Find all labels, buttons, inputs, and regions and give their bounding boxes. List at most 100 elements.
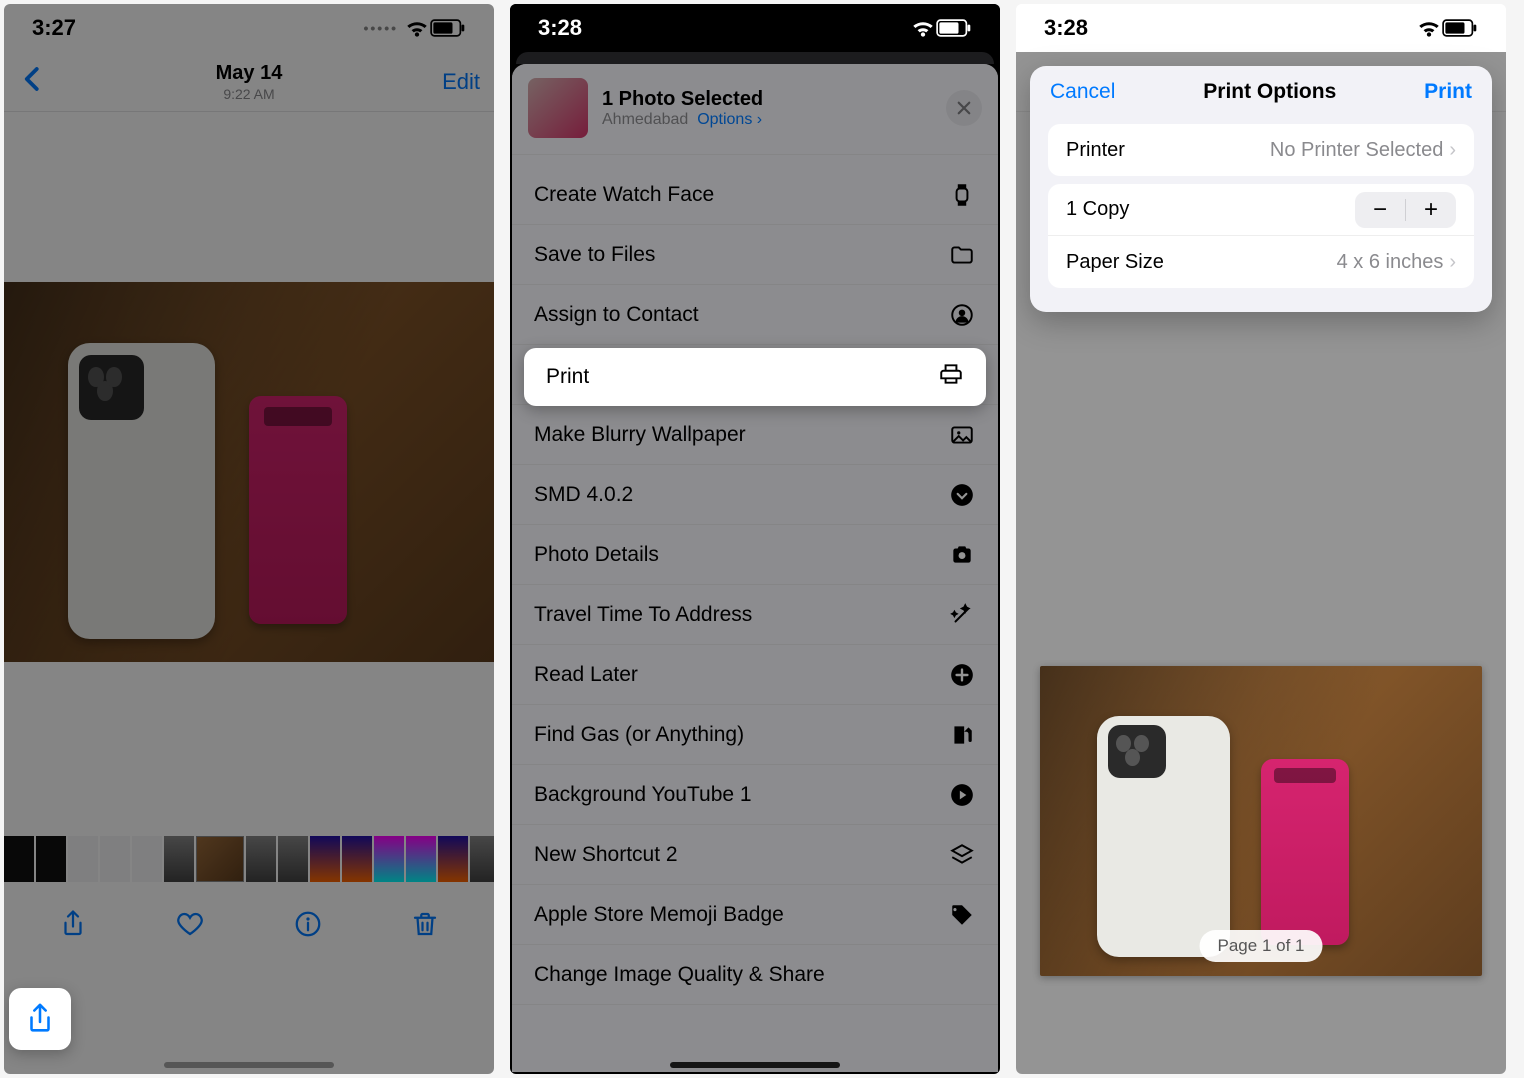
info-button[interactable] <box>293 909 323 944</box>
action-new-shortcut[interactable]: New Shortcut 2 <box>512 825 998 885</box>
tag-icon <box>948 902 976 928</box>
thumbnail-selected[interactable] <box>196 836 244 882</box>
layers-icon <box>948 842 976 868</box>
thumbnail[interactable] <box>374 836 404 882</box>
thumbnail[interactable] <box>100 836 130 882</box>
print-action-callout[interactable]: Print <box>524 348 986 406</box>
paper-size-row[interactable]: Paper Size 4 x 6 inches › <box>1048 236 1474 288</box>
battery-icon <box>936 19 972 37</box>
stepper-decrement[interactable]: − <box>1355 192 1405 228</box>
action-photo-details[interactable]: Photo Details <box>512 525 998 585</box>
close-icon <box>955 99 973 117</box>
sheet-header: Cancel Print Options Print <box>1030 80 1492 116</box>
action-list[interactable]: Create Watch Face Save to Files Assign t… <box>512 155 998 1005</box>
action-read-later[interactable]: Read Later <box>512 645 998 705</box>
status-bar: 3:28 <box>1016 4 1506 52</box>
thumbnail[interactable] <box>36 836 66 882</box>
thumbnail[interactable] <box>438 836 468 882</box>
action-label: Read Later <box>534 663 638 687</box>
share-button[interactable] <box>58 909 88 944</box>
action-label: Create Watch Face <box>534 183 714 207</box>
close-button[interactable] <box>946 90 982 126</box>
status-time: 3:28 <box>538 15 582 41</box>
action-background-youtube[interactable]: Background YouTube 1 <box>512 765 998 825</box>
photo-date-title: May 14 9:22 AM <box>4 62 494 102</box>
thumbnail[interactable] <box>164 836 194 882</box>
camera-icon <box>948 542 976 568</box>
trash-icon <box>410 909 440 939</box>
thumbnail[interactable] <box>278 836 308 882</box>
image-icon <box>948 422 976 448</box>
thumbnail-strip[interactable] <box>4 832 494 886</box>
action-label: Travel Time To Address <box>534 603 752 627</box>
sheet-title: Print Options <box>1203 80 1336 104</box>
panel-photo-viewer: 3:27 ••••• May 14 9:22 AM Edit <box>4 4 494 1074</box>
share-button-callout[interactable] <box>9 988 71 1050</box>
cancel-button[interactable]: Cancel <box>1050 80 1115 104</box>
play-circle-icon <box>948 782 976 808</box>
heart-icon <box>175 909 205 939</box>
action-label: Background YouTube 1 <box>534 783 752 807</box>
thumbnail[interactable] <box>342 836 372 882</box>
action-create-watch-face[interactable]: Create Watch Face <box>512 165 998 225</box>
action-label: New Shortcut 2 <box>534 843 678 867</box>
action-label: Assign to Contact <box>534 303 699 327</box>
action-label: Photo Details <box>534 543 659 567</box>
chevron-left-icon <box>18 64 48 94</box>
cellular-dots-icon: ••••• <box>363 20 398 36</box>
printer-row[interactable]: Printer No Printer Selected › <box>1048 124 1474 176</box>
thumbnail[interactable] <box>246 836 276 882</box>
print-options-sheet: Cancel Print Options Print Printer No Pr… <box>1030 66 1492 312</box>
chevron-down-circle-icon <box>948 482 976 508</box>
thumbnail[interactable] <box>68 836 98 882</box>
copies-row: 1 Copy − + <box>1048 184 1474 236</box>
thumbnail[interactable] <box>4 836 34 882</box>
action-save-to-files[interactable]: Save to Files <box>512 225 998 285</box>
selected-count: 1 Photo Selected <box>602 88 932 111</box>
wifi-icon <box>910 15 936 41</box>
photo-canvas[interactable] <box>4 112 494 832</box>
stepper-increment[interactable]: + <box>1406 192 1456 228</box>
action-label: SMD 4.0.2 <box>534 483 633 507</box>
paper-size-label: Paper Size <box>1066 251 1164 274</box>
action-make-blurry-wallpaper[interactable]: Make Blurry Wallpaper <box>512 405 998 465</box>
back-button[interactable] <box>18 64 54 99</box>
printer-value: No Printer Selected <box>1270 139 1443 162</box>
photo-image <box>4 282 494 662</box>
favorite-button[interactable] <box>175 909 205 944</box>
folder-icon <box>948 242 976 268</box>
edit-button[interactable]: Edit <box>442 69 480 95</box>
thumbnail[interactable] <box>406 836 436 882</box>
print-preview[interactable]: Page 1 of 1 <box>1040 666 1482 976</box>
action-label: Change Image Quality & Share <box>534 963 825 987</box>
delete-button[interactable] <box>410 909 440 944</box>
thumbnail[interactable] <box>470 836 494 882</box>
share-sheet: 1 Photo Selected Ahmedabad Options › Cre… <box>512 64 998 1072</box>
fuel-icon <box>948 722 976 748</box>
action-change-quality[interactable]: Change Image Quality & Share <box>512 945 998 1005</box>
photo-date: May 14 <box>4 62 494 85</box>
thumbnail[interactable] <box>310 836 340 882</box>
print-button[interactable]: Print <box>1424 80 1472 104</box>
action-assign-to-contact[interactable]: Assign to Contact <box>512 285 998 345</box>
photo-location: Ahmedabad <box>602 111 688 128</box>
copies-label: 1 Copy <box>1066 198 1129 221</box>
share-icon <box>23 1002 57 1036</box>
watch-icon <box>948 182 976 208</box>
action-find-gas[interactable]: Find Gas (or Anything) <box>512 705 998 765</box>
plus-circle-icon <box>948 662 976 688</box>
page-indicator: Page 1 of 1 <box>1200 930 1323 962</box>
chevron-right-icon: › <box>757 111 762 128</box>
options-button[interactable]: Options <box>697 111 752 128</box>
thumbnail[interactable] <box>132 836 162 882</box>
action-travel-time[interactable]: Travel Time To Address <box>512 585 998 645</box>
action-smd[interactable]: SMD 4.0.2 <box>512 465 998 525</box>
nav-header: May 14 9:22 AM Edit <box>4 52 494 112</box>
action-memoji-badge[interactable]: Apple Store Memoji Badge <box>512 885 998 945</box>
home-indicator <box>164 1062 334 1068</box>
action-label: Make Blurry Wallpaper <box>534 423 746 447</box>
action-label: Apple Store Memoji Badge <box>534 903 784 927</box>
status-bar: 3:27 ••••• <box>4 4 494 52</box>
share-icon <box>58 909 88 939</box>
home-indicator <box>670 1062 840 1068</box>
